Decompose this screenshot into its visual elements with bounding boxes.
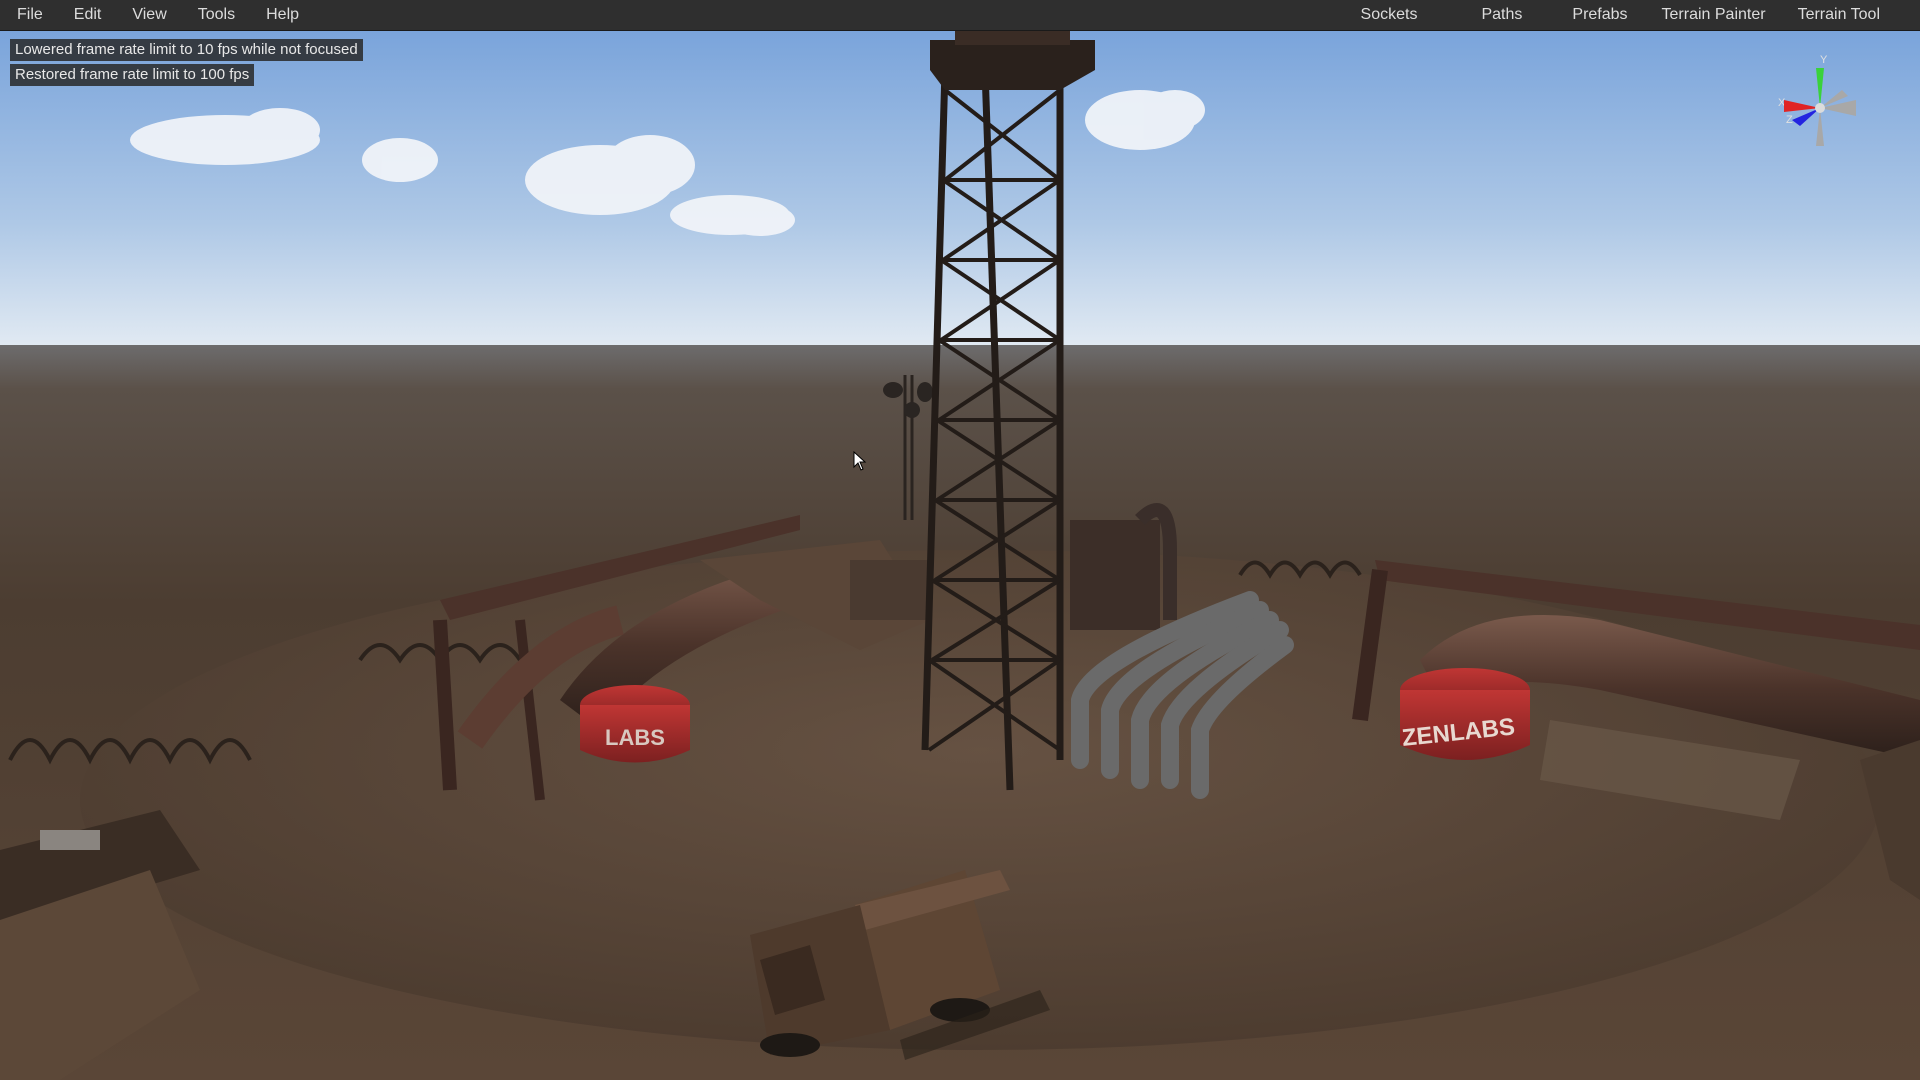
scene-render: LABS ZENLABS (0, 31, 1920, 1080)
menu-terrain-painter[interactable]: Terrain Painter (1646, 0, 1782, 30)
tool-menu: Sockets Paths Prefabs Terrain Painter Te… (1329, 0, 1920, 30)
menu-prefabs[interactable]: Prefabs (1554, 0, 1645, 30)
console-message: Restored frame rate limit to 100 fps (10, 64, 255, 86)
gizmo-z-label: Z (1786, 114, 1793, 126)
menu-sockets[interactable]: Sockets (1329, 0, 1450, 30)
menu-help[interactable]: Help (249, 0, 313, 30)
menu-view[interactable]: View (115, 0, 180, 30)
gizmo-x-axis[interactable] (1784, 100, 1820, 112)
mouse-cursor-icon (853, 451, 867, 471)
tank-label-left: LABS (605, 725, 665, 750)
menu-bar: File Edit View Tools Help Sockets Paths … (0, 0, 1920, 31)
scene-viewport[interactable]: LABS ZENLABS (0, 31, 1920, 1080)
menu-edit[interactable]: Edit (57, 0, 116, 30)
gizmo-y-axis[interactable] (1816, 68, 1824, 108)
menu-tools[interactable]: Tools (181, 0, 249, 30)
main-menu: File Edit View Tools Help (0, 0, 313, 30)
menu-terrain-tool[interactable]: Terrain Tool (1782, 0, 1920, 30)
menu-file[interactable]: File (0, 0, 57, 30)
gizmo-y-label: Y (1820, 54, 1828, 66)
menu-paths[interactable]: Paths (1449, 0, 1554, 30)
orientation-gizmo[interactable]: Y X Z (1770, 48, 1870, 158)
console-message: Lowered frame rate limit to 10 fps while… (10, 39, 363, 61)
